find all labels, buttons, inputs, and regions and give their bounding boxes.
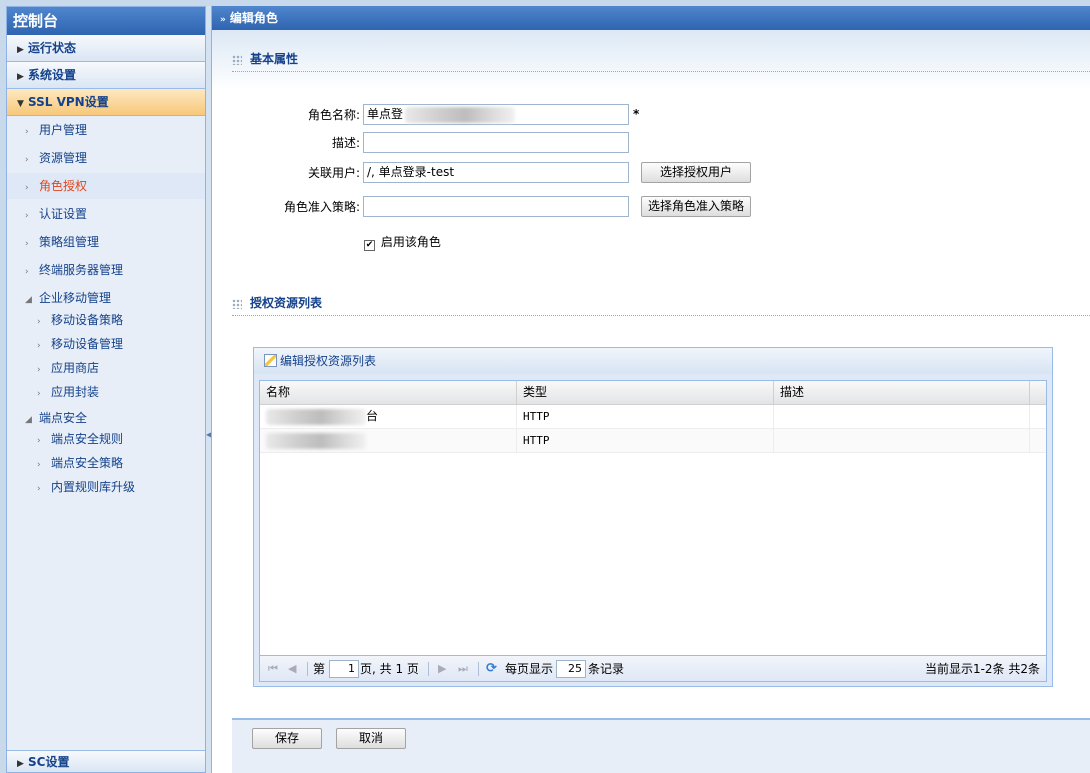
sidebar-item-builtin-rules[interactable]: › 内置规则库升级 [7, 475, 205, 499]
access-policy-input[interactable] [363, 196, 629, 217]
last-page-icon[interactable]: ⏭ [458, 656, 468, 682]
resource-grid: 名称 类型 描述 台 HTTP HTTP [259, 380, 1047, 656]
next-page-icon[interactable]: ▶ [438, 656, 446, 682]
required-mark: * [633, 107, 640, 121]
enable-role-label: 启用该角色 [380, 235, 441, 249]
chevron-right-icon: › [37, 317, 41, 327]
enable-role-checkbox-row[interactable]: ✔ 启用该角色 [364, 234, 441, 251]
select-users-button[interactable]: 选择授权用户 [641, 162, 751, 183]
associated-users-label: 关联用户: [307, 166, 360, 180]
cell-type: HTTP [517, 405, 774, 428]
pager-separator [478, 662, 479, 676]
edit-icon [264, 354, 277, 367]
table-row[interactable]: HTTP [260, 429, 1046, 453]
caret-right-icon: ▶ [17, 72, 24, 82]
sidebar-item-app-store[interactable]: › 应用商店 [7, 356, 205, 380]
column-header-desc[interactable]: 描述 [774, 381, 1030, 404]
sidebar-item-terminal-server[interactable]: › 终端服务器管理 [7, 257, 205, 283]
sidebar-item-endpoint-policy[interactable]: › 端点安全策略 [7, 451, 205, 475]
page-prefix: 第 [313, 662, 326, 676]
sidebar-item-policy-group[interactable]: › 策略组管理 [7, 229, 205, 255]
sidebar: 控制台 ▶ 运行状态 ▶ 系统设置 ▼ SSL VPN设置 › 用户管理 › 资源管理 ›… [6, 6, 206, 773]
cell-spacer [1030, 429, 1046, 452]
column-header-name[interactable]: 名称 [260, 381, 517, 404]
cell-type: HTTP [517, 429, 774, 452]
description-input[interactable] [363, 132, 629, 153]
chevron-right-icon: › [25, 127, 29, 137]
cell-name [260, 429, 517, 452]
main-header: » 编辑角色 [212, 6, 1090, 30]
pager-summary: 当前显示1-2条 共2条 [924, 662, 1040, 676]
access-policy-label: 角色准入策略: [283, 200, 360, 214]
chevron-right-icon: › [37, 484, 41, 494]
sidebar-group-system-settings[interactable]: ▶ 系统设置 [7, 62, 205, 89]
role-name-input[interactable]: 单点登 [363, 104, 629, 125]
sidebar-item-role-auth[interactable]: › 角色授权 [7, 173, 205, 199]
pager-separator [428, 662, 429, 676]
cell-desc [774, 429, 1030, 452]
redacted-text [266, 408, 366, 425]
caret-down-icon: ▼ [17, 99, 24, 109]
section-resources: 授权资源列表 [232, 292, 1090, 316]
chevron-right-icon: › [25, 211, 29, 221]
column-header-type[interactable]: 类型 [517, 381, 774, 404]
dots-icon [232, 54, 242, 65]
sidebar-item-auth-settings[interactable]: › 认证设置 [7, 201, 205, 227]
chevron-right-icon: › [37, 460, 41, 470]
double-chevron-icon: » [220, 15, 226, 25]
column-header-spacer [1030, 381, 1046, 404]
redacted-text [405, 106, 516, 123]
table-row[interactable]: 台 HTTP [260, 405, 1046, 429]
sidebar-item-app-wrap[interactable]: › 应用封装 [7, 380, 205, 404]
grid-pager: ⏮ ◀ 第 1 页, 共 1 页 ▶ ⏭ ⟳ 每页显示 25 条记录 当前显示1… [259, 656, 1047, 682]
enable-role-checkbox[interactable]: ✔ [364, 240, 375, 251]
chevron-right-icon: › [25, 267, 29, 277]
save-button[interactable]: 保存 [252, 728, 322, 749]
associated-users-input[interactable]: /, 单点登录-test [363, 162, 629, 183]
chevron-right-icon: › [25, 183, 29, 193]
per-page-label: 每页显示 [505, 662, 554, 676]
pager-separator [307, 662, 308, 676]
chevron-right-icon: › [37, 365, 41, 375]
chevron-right-icon: › [37, 436, 41, 446]
sidebar-item-mobile-device-policy[interactable]: › 移动设备策略 [7, 308, 205, 332]
records-label: 条记录 [588, 662, 625, 676]
caret-right-icon: ▶ [17, 45, 24, 55]
page-number-input[interactable]: 1 [329, 660, 359, 678]
description-label: 描述: [331, 136, 360, 150]
sidebar-group-ssl-vpn[interactable]: ▼ SSL VPN设置 [7, 89, 205, 116]
cell-spacer [1030, 405, 1046, 428]
footer-button-bar: 保存 取消 [232, 718, 1090, 773]
chevron-right-icon: › [37, 389, 41, 399]
refresh-icon[interactable]: ⟳ [486, 656, 497, 682]
per-page-input[interactable]: 25 [556, 660, 586, 678]
cell-name: 台 [260, 405, 517, 428]
main-body: 基本属性 角色名称: 单点登 * 描述: 关联用户: /, 单点登录-test … [212, 30, 1090, 773]
sidebar-title: 控制台 [7, 7, 205, 35]
cancel-button[interactable]: 取消 [336, 728, 406, 749]
resource-grid-panel: 编辑授权资源列表 名称 类型 描述 台 HTTP HTTP ⏮ ◀ 第 1 页,… [253, 347, 1053, 687]
chevron-right-icon: › [25, 155, 29, 165]
select-policy-button[interactable]: 选择角色准入策略 [641, 196, 751, 217]
cell-desc [774, 405, 1030, 428]
sidebar-item-resource-mgmt[interactable]: › 资源管理 [7, 145, 205, 171]
chevron-right-icon: › [37, 341, 41, 351]
caret-right-icon: ▶ [17, 759, 24, 769]
main-panel: » 编辑角色 基本属性 角色名称: 单点登 * 描述: 关联用户: /, 单点登录… [211, 6, 1090, 773]
prev-page-icon[interactable]: ◀ [288, 656, 296, 682]
sidebar-group-run-status[interactable]: ▶ 运行状态 [7, 35, 205, 62]
role-name-label: 角色名称: [307, 108, 360, 122]
sidebar-item-mobile-device-mgmt[interactable]: › 移动设备管理 [7, 332, 205, 356]
grid-panel-header[interactable]: 编辑授权资源列表 [254, 348, 1052, 374]
redacted-text [266, 432, 366, 449]
page-suffix: 页, 共 1 页 [360, 662, 419, 676]
sidebar-item-endpoint-rules[interactable]: › 端点安全规则 [7, 427, 205, 451]
sidebar-item-user-mgmt[interactable]: › 用户管理 [7, 117, 205, 143]
first-page-icon[interactable]: ⏮ [268, 656, 278, 682]
sidebar-group-sc-settings[interactable]: ▶ SC设置 [7, 750, 205, 772]
grid-header-row: 名称 类型 描述 [260, 381, 1046, 405]
dots-icon [232, 298, 242, 309]
chevron-right-icon: › [25, 239, 29, 249]
section-basic: 基本属性 [232, 48, 1090, 72]
